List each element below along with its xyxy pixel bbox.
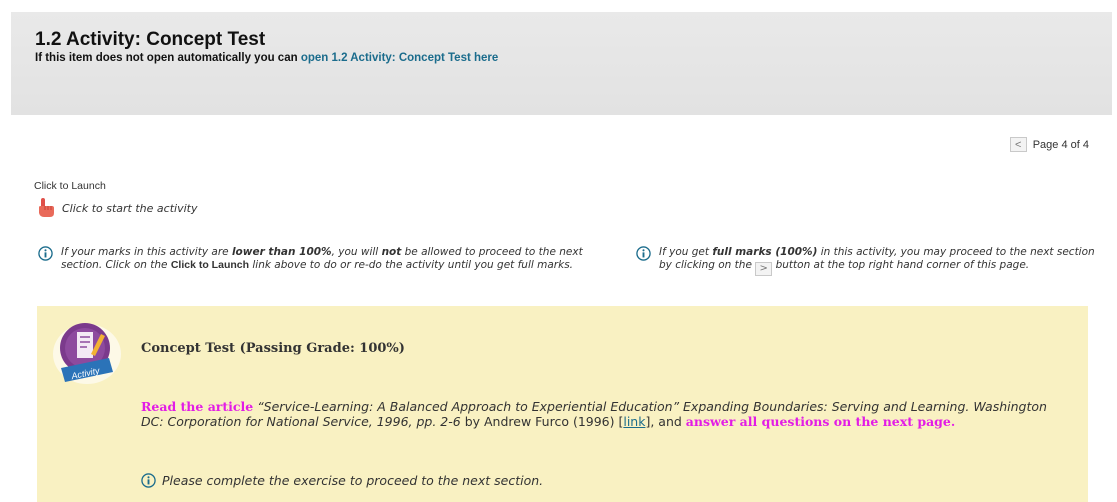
- full-marks-text: If you get full marks (100%) in this act…: [659, 246, 1095, 276]
- info-icon: [636, 246, 651, 261]
- answer-questions-label: answer all questions on the next page.: [685, 414, 956, 429]
- previous-page-button[interactable]: <: [1009, 137, 1027, 152]
- pointing-hand-icon: [39, 198, 54, 217]
- launch-label: Click to Launch: [34, 180, 106, 192]
- subtitle-text: If this item does not open automatically…: [35, 52, 298, 64]
- article-link[interactable]: link: [623, 414, 645, 429]
- page-indicator: Page 4 of 4: [1032, 138, 1089, 151]
- open-activity-link[interactable]: open 1.2 Activity: Concept Test here: [301, 52, 498, 64]
- info-icon: [141, 473, 156, 488]
- article-instructions: Read the article “Service-Learning: A Ba…: [141, 399, 1047, 429]
- activity-header: 1.2 Activity: Concept Test If this item …: [11, 12, 1112, 115]
- activity-badge-icon: Activity: [53, 323, 121, 384]
- complete-exercise-note: Please complete the exercise to proceed …: [141, 473, 543, 488]
- activity-title: Concept Test (Passing Grade: 100%): [141, 341, 405, 356]
- info-icon: [38, 246, 53, 261]
- pager: < Page 4 of 4: [1009, 137, 1089, 152]
- next-page-button-sample: >: [755, 262, 773, 276]
- start-activity-text: Click to start the activity: [62, 201, 198, 215]
- read-article-label: Read the article: [141, 399, 254, 414]
- page-title: 1.2 Activity: Concept Test: [35, 29, 266, 50]
- activity-panel: Activity Concept Test (Passing Grade: 10…: [37, 306, 1088, 502]
- complete-exercise-text: Please complete the exercise to proceed …: [162, 473, 544, 488]
- marks-warning-text: If your marks in this activity are lower…: [61, 246, 583, 271]
- marks-warning-note: If your marks in this activity are lower…: [38, 246, 598, 272]
- start-activity-link[interactable]: Click to start the activity: [38, 198, 197, 218]
- header-subtitle: If this item does not open automatically…: [35, 52, 498, 64]
- full-marks-note: If you get full marks (100%) in this act…: [636, 246, 1096, 276]
